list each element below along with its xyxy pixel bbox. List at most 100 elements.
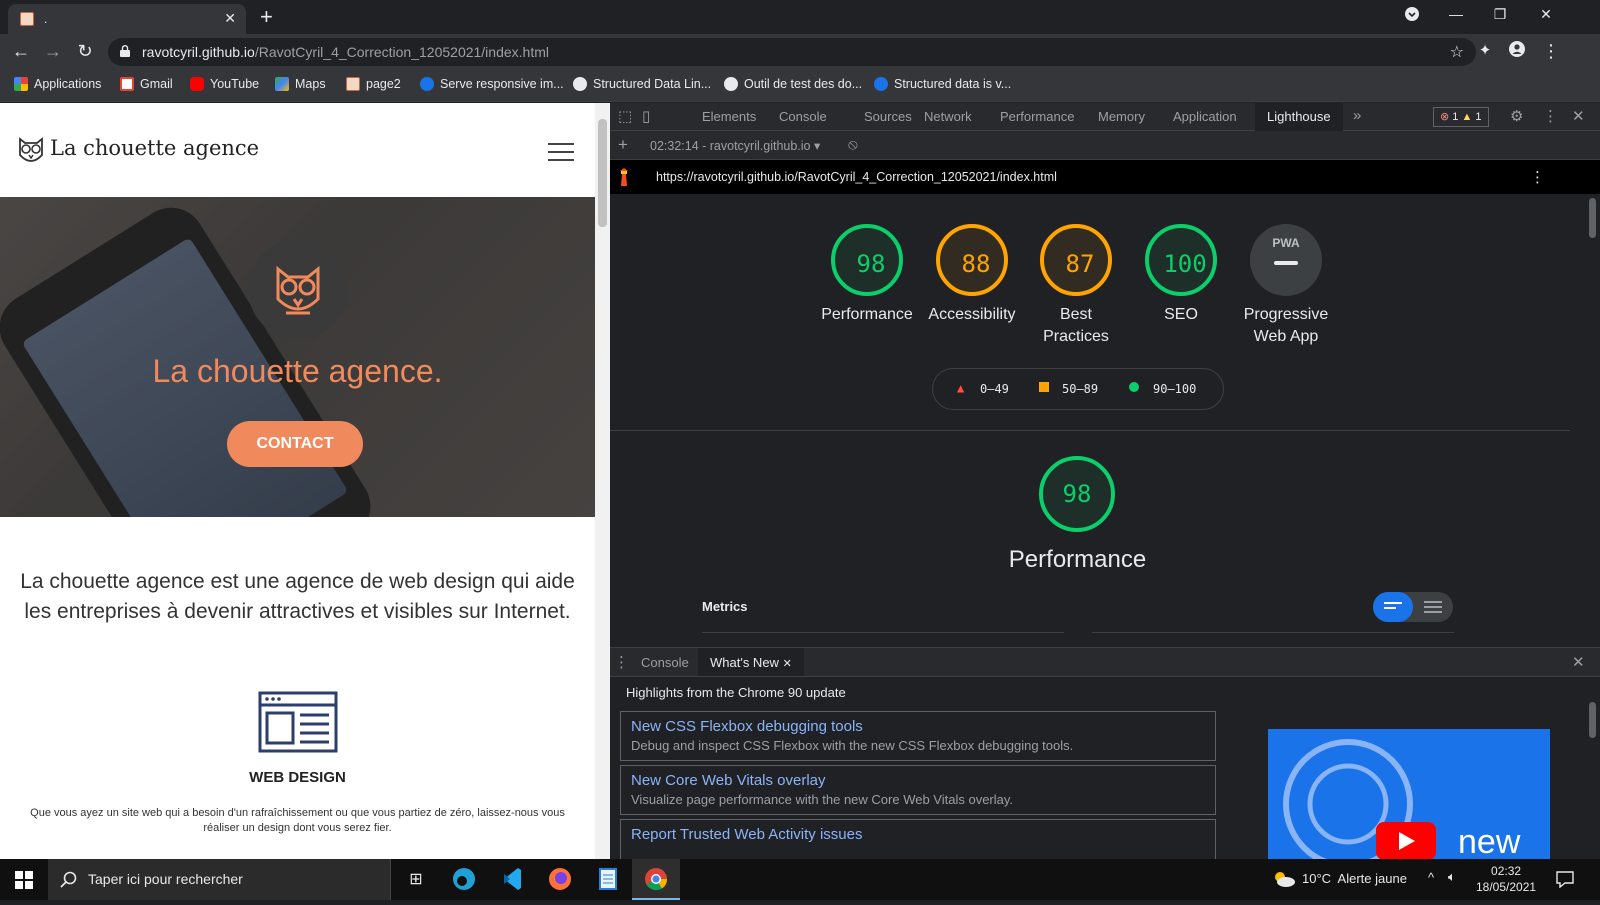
- system-tray: 10°C Alerte jaune ^ 🔈︎ 02:32 18/05/2021: [1240, 859, 1600, 900]
- weather-text[interactable]: 10°C Alerte jaune: [1302, 871, 1407, 886]
- bookmark-page2[interactable]: page2: [346, 77, 401, 91]
- youtube-icon: [190, 77, 204, 91]
- whats-new-item[interactable]: New CSS Flexbox debugging tools Debug an…: [620, 711, 1216, 761]
- performance-section-title: Performance: [1008, 546, 1147, 573]
- site-header: La chouette agence: [0, 103, 595, 197]
- notifications-icon[interactable]: [1556, 871, 1574, 888]
- page-scrollbar[interactable]: [595, 103, 610, 859]
- whats-new-video-thumbnail[interactable]: new: [1268, 729, 1550, 860]
- drawer-menu-icon[interactable]: ⋮: [614, 653, 629, 671]
- close-devtools-icon[interactable]: ✕: [1572, 107, 1585, 125]
- web-dev-icon: [420, 77, 434, 91]
- tab-performance[interactable]: Performance: [1000, 109, 1074, 124]
- clock[interactable]: 02:32 18/05/2021: [1476, 863, 1536, 895]
- whats-new-heading: Highlights from the Chrome 90 update: [626, 685, 846, 700]
- bookmark-serve-responsive[interactable]: Serve responsive im...: [420, 77, 564, 91]
- chrome-icon[interactable]: [632, 859, 680, 900]
- tab-lighthouse[interactable]: Lighthouse: [1255, 103, 1343, 131]
- owl-logo-icon: [19, 137, 43, 162]
- apps-grid-icon: [14, 77, 28, 91]
- task-view-icon[interactable]: ⊞: [392, 859, 440, 900]
- tab-memory[interactable]: Memory: [1098, 109, 1145, 124]
- lock-icon: [120, 45, 130, 57]
- score-legend: ▲ 0–49 50–89 90–100: [932, 368, 1224, 410]
- devtools-menu-icon[interactable]: ⋮: [1543, 107, 1558, 125]
- minimize-window-icon[interactable]: —: [1446, 6, 1466, 22]
- drawer-tab-console[interactable]: Console: [641, 655, 689, 670]
- expanded-view-icon[interactable]: [1413, 592, 1453, 627]
- close-tab-icon[interactable]: ✕: [224, 10, 236, 27]
- metrics-view-toggle[interactable]: [1373, 592, 1453, 622]
- address-bar[interactable]: ravotcyril.github.io/RavotCyril_4_Correc…: [108, 38, 1476, 66]
- web-dev-icon: [874, 77, 888, 91]
- gauge-best-practices[interactable]: 87 Best Practices: [1016, 224, 1136, 348]
- weather-cloud-sun-icon: [1275, 872, 1295, 887]
- hamburger-menu-icon[interactable]: [548, 143, 574, 167]
- tab-application[interactable]: Application: [1173, 109, 1237, 124]
- close-drawer-tab-icon[interactable]: ✕: [783, 658, 792, 670]
- inspect-element-icon[interactable]: ⬚: [618, 107, 632, 125]
- clear-reports-icon[interactable]: ⦸: [848, 136, 858, 153]
- browser-tab-strip: . ✕ + — ❐ ✕: [0, 0, 1600, 34]
- browser-tab[interactable]: . ✕: [8, 4, 246, 34]
- bookmark-structured-data-is-v[interactable]: Structured data is v...: [874, 77, 1011, 91]
- chrome-menu-icon[interactable]: ⋮: [1540, 41, 1562, 62]
- report-scrollbar[interactable]: [1585, 194, 1600, 647]
- service-description: Que vous ayez un site web qui a besoin d…: [30, 807, 565, 834]
- close-window-icon[interactable]: ✕: [1536, 6, 1556, 23]
- forward-icon[interactable]: →: [42, 41, 64, 62]
- drawer-tab-whats-new[interactable]: What's New ✕: [698, 648, 804, 676]
- gauge-performance[interactable]: 98 Performance: [807, 224, 927, 326]
- gauge-seo[interactable]: 100 SEO: [1121, 224, 1241, 326]
- windows-start-icon[interactable]: [0, 859, 48, 900]
- vscode-icon[interactable]: [488, 859, 536, 900]
- back-icon[interactable]: ←: [10, 41, 32, 62]
- bookmark-gmail[interactable]: Gmail: [120, 77, 173, 91]
- restore-window-icon[interactable]: ❐: [1490, 6, 1510, 23]
- hero-section: La chouette agence. CONTACT: [0, 197, 595, 517]
- report-url[interactable]: https://ravotcyril.github.io/RavotCyril_…: [656, 170, 1057, 184]
- bookmark-maps[interactable]: Maps: [275, 77, 326, 91]
- page-icon: [346, 77, 360, 91]
- drawer-scrollbar[interactable]: [1585, 698, 1600, 738]
- profile-avatar-icon[interactable]: [1506, 41, 1528, 62]
- whats-new-item[interactable]: Report Trusted Web Activity issues: [620, 819, 1216, 860]
- bookmark-outil-de-test[interactable]: Outil de test des do...: [724, 77, 862, 91]
- reload-icon[interactable]: ↻: [74, 41, 96, 62]
- show-hidden-icons-icon[interactable]: ^: [1428, 870, 1434, 885]
- gauge-accessibility[interactable]: 88 Accessibility: [912, 224, 1032, 326]
- compact-view-icon[interactable]: [1373, 592, 1413, 622]
- tab-console[interactable]: Console: [779, 109, 827, 124]
- new-report-icon[interactable]: +: [618, 135, 628, 155]
- gauge-pwa[interactable]: PWA Progressive Web App: [1226, 224, 1346, 348]
- report-selector[interactable]: 02:32:14 - ravotcyril.github.io ▾: [650, 138, 820, 153]
- site-logo-text[interactable]: La chouette agence: [50, 136, 259, 160]
- close-drawer-icon[interactable]: ✕: [1572, 653, 1585, 671]
- bookmark-structured-data-linter[interactable]: Structured Data Lin...: [573, 77, 711, 91]
- contact-button[interactable]: CONTACT: [227, 421, 363, 467]
- more-tabs-icon[interactable]: »: [1353, 107, 1361, 124]
- tab-sources[interactable]: Sources: [864, 109, 912, 124]
- edge-icon[interactable]: [440, 859, 488, 900]
- bookmark-star-icon[interactable]: ☆: [1450, 42, 1464, 62]
- tab-network[interactable]: Network: [924, 109, 972, 124]
- taskbar-search-box[interactable]: Taper ici pour rechercher: [48, 859, 391, 900]
- bookmark-applications[interactable]: Applications: [14, 77, 101, 91]
- notepad-icon[interactable]: [584, 859, 632, 900]
- firefox-icon[interactable]: [536, 859, 584, 900]
- bookmark-youtube[interactable]: YouTube: [190, 77, 259, 91]
- device-toolbar-icon[interactable]: ▯: [642, 107, 650, 125]
- settings-gear-icon[interactable]: ⚙: [1510, 107, 1523, 125]
- whats-new-item[interactable]: New Core Web Vitals overlay Visualize pa…: [620, 765, 1216, 815]
- profile-dropdown-icon[interactable]: [1402, 6, 1422, 25]
- report-menu-icon[interactable]: ⋮: [1530, 168, 1545, 186]
- issues-counter[interactable]: ⊗ 1 ▲ 1: [1433, 107, 1489, 127]
- browser-tab-title: .: [44, 12, 48, 26]
- tab-elements[interactable]: Elements: [702, 109, 756, 124]
- volume-icon[interactable]: 🔈︎: [1448, 869, 1456, 885]
- lighthouse-report: 98 Performance 88 Accessibility 87 Best …: [610, 194, 1600, 647]
- extensions-puzzle-icon[interactable]: ✦: [1474, 41, 1496, 59]
- new-tab-icon[interactable]: +: [260, 4, 273, 30]
- gmail-icon: [120, 77, 134, 91]
- url-text: ravotcyril.github.io/RavotCyril_4_Correc…: [142, 44, 549, 60]
